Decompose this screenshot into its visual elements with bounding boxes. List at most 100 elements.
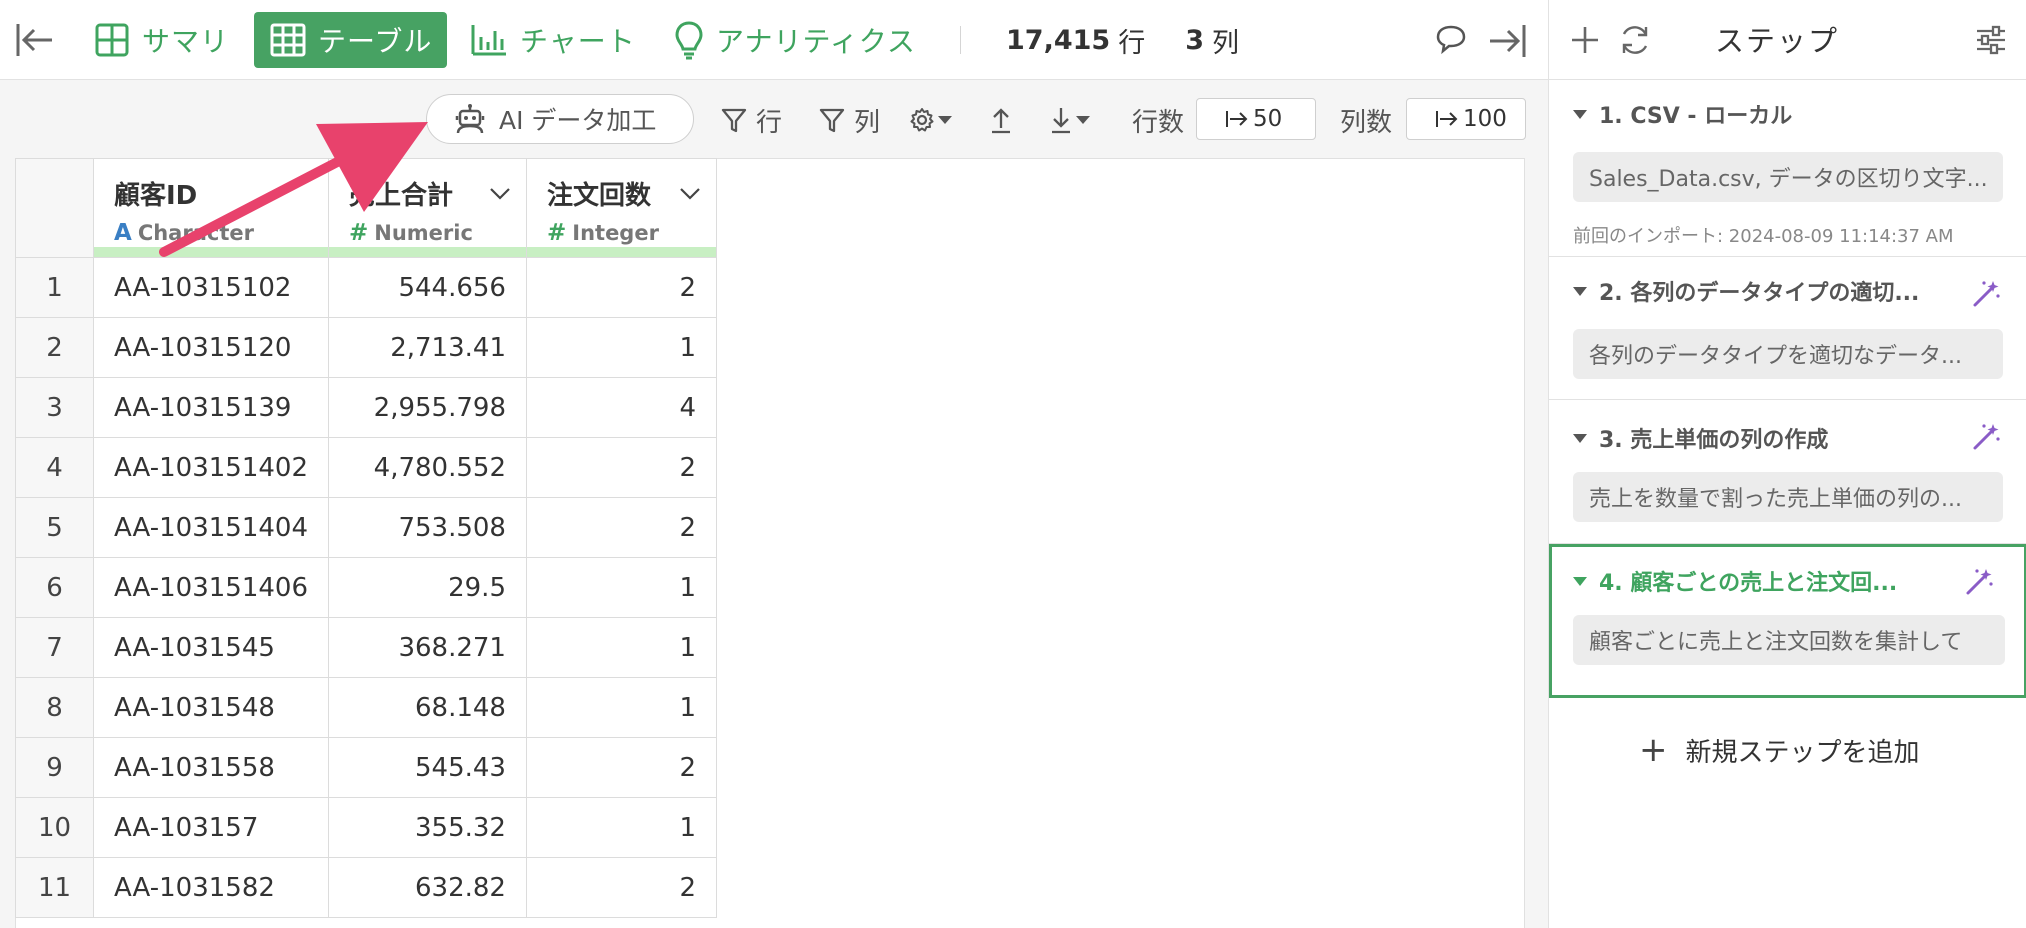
- row-number[interactable]: 10: [15, 797, 94, 858]
- total-sales-cell[interactable]: 544.656: [327, 257, 527, 318]
- order-count-cell[interactable]: 2: [525, 737, 717, 798]
- total-sales-cell[interactable]: 2,713.41: [327, 317, 527, 378]
- total-sales-cell[interactable]: 753.508: [327, 497, 527, 558]
- sliders-icon[interactable]: [1973, 22, 2009, 58]
- table-row[interactable]: 8 AA-1031548 68.148 1: [15, 677, 717, 738]
- row-number[interactable]: 9: [15, 737, 94, 798]
- ai-data-wrangling-button[interactable]: AI データ加工: [426, 94, 694, 144]
- column-name: 売上合計: [348, 181, 453, 211]
- order-count-cell[interactable]: 1: [525, 617, 717, 678]
- table-row[interactable]: 3 AA-10315139 2,955.798 4: [15, 377, 717, 438]
- comment-icon[interactable]: [1434, 22, 1474, 60]
- total-sales-cell[interactable]: 2,955.798: [327, 377, 527, 438]
- chevron-down-icon[interactable]: [678, 181, 702, 205]
- table-row[interactable]: 4 AA-103151402 4,780.552 2: [15, 437, 717, 498]
- order-count-cell[interactable]: 2: [525, 497, 717, 558]
- arrow-down-icon: [1052, 108, 1070, 134]
- row-number[interactable]: 4: [15, 437, 94, 498]
- customer-id-cell[interactable]: AA-103151406: [93, 557, 329, 618]
- order-count-cell[interactable]: 1: [525, 797, 717, 858]
- row-number[interactable]: 2: [15, 317, 94, 378]
- column-name: 顧客ID: [114, 181, 198, 211]
- column-header-customer-id[interactable]: 顧客ID A Character: [93, 158, 329, 258]
- order-count-cell[interactable]: 4: [525, 377, 717, 438]
- total-sales-cell[interactable]: 368.271: [327, 617, 527, 678]
- tab-summary-label: サマリ: [142, 25, 230, 58]
- total-sales-cell[interactable]: 4,780.552: [327, 437, 527, 498]
- collapse-left-icon[interactable]: [14, 18, 54, 62]
- total-sales-cell[interactable]: 545.43: [327, 737, 527, 798]
- tab-chart[interactable]: チャート: [470, 12, 636, 68]
- table-row[interactable]: 11 AA-1031582 632.82 2: [15, 857, 717, 918]
- row-filter-button[interactable]: 行: [720, 100, 782, 140]
- numeric-type-icon: #: [348, 220, 369, 246]
- customer-id-cell[interactable]: AA-103151402: [93, 437, 329, 498]
- row-number[interactable]: 6: [15, 557, 94, 618]
- total-sales-cell[interactable]: 29.5: [327, 557, 527, 618]
- step-title-text: 1. CSV - ローカル: [1599, 104, 1793, 129]
- customer-id-cell[interactable]: AA-1031558: [93, 737, 329, 798]
- column-filter-button[interactable]: 列: [818, 100, 880, 140]
- tab-summary[interactable]: サマリ: [94, 12, 229, 68]
- customer-id-cell[interactable]: AA-10315139: [93, 377, 329, 438]
- tab-table-label: テーブル: [318, 25, 433, 58]
- order-count-cell[interactable]: 1: [525, 557, 717, 618]
- customer-id-cell[interactable]: AA-10315102: [93, 257, 329, 318]
- customer-id-cell[interactable]: AA-103151404: [93, 497, 329, 558]
- step-item[interactable]: 1. CSV - ローカル Sales_Data.csv, データの区切り文字.…: [1549, 80, 2026, 257]
- sort-ascending-button[interactable]: [988, 100, 1014, 140]
- order-count-cell[interactable]: 2: [525, 257, 717, 318]
- customer-id-cell[interactable]: AA-10315120: [93, 317, 329, 378]
- step-item[interactable]: 2. 各列のデータタイプの適切... 各列のデータタイプを適切なデータ...: [1549, 257, 2026, 400]
- customer-id-cell[interactable]: AA-103157: [93, 797, 329, 858]
- tab-table[interactable]: テーブル: [254, 12, 447, 68]
- table-row[interactable]: 6 AA-103151406 29.5 1: [15, 557, 717, 618]
- caret-down-icon: [1573, 286, 1587, 296]
- table-row[interactable]: 2 AA-10315120 2,713.41 1: [15, 317, 717, 378]
- tab-chart-label: チャート: [520, 25, 636, 58]
- row-number[interactable]: 11: [15, 857, 94, 918]
- add-new-step-button[interactable]: + 新規ステップを追加: [1639, 730, 1920, 770]
- order-count-cell[interactable]: 2: [525, 857, 717, 918]
- column-header-total-sales[interactable]: 売上合計 # Numeric: [327, 158, 527, 258]
- refresh-icon[interactable]: [1617, 22, 1653, 58]
- customer-id-cell[interactable]: AA-1031548: [93, 677, 329, 738]
- step-description-text: Sales_Data.csv, データの区切り文字...: [1589, 167, 1988, 192]
- customer-id-cell[interactable]: AA-1031545: [93, 617, 329, 678]
- integer-type-icon: #: [546, 220, 567, 246]
- table-icon: [270, 23, 306, 57]
- settings-dropdown[interactable]: [908, 100, 954, 140]
- bar-chart-icon: [471, 25, 506, 56]
- row-number[interactable]: 8: [15, 677, 94, 738]
- table-row[interactable]: 5 AA-103151404 753.508 2: [15, 497, 717, 558]
- collapse-right-icon[interactable]: [1488, 22, 1528, 60]
- add-step-label: 新規ステップを追加: [1685, 737, 1920, 768]
- chevron-down-icon[interactable]: [488, 181, 512, 205]
- order-count-cell[interactable]: 1: [525, 677, 717, 738]
- tab-analytics[interactable]: アナリティクス: [674, 12, 916, 68]
- table-row[interactable]: 7 AA-1031545 368.271 1: [15, 617, 717, 678]
- customer-id-cell[interactable]: AA-1031582: [93, 857, 329, 918]
- row-number[interactable]: 1: [15, 257, 94, 318]
- order-count-cell[interactable]: 2: [525, 437, 717, 498]
- row-number[interactable]: 5: [15, 497, 94, 558]
- sort-descending-dropdown[interactable]: [1048, 100, 1092, 140]
- table-row[interactable]: 9 AA-1031558 545.43 2: [15, 737, 717, 798]
- step-title: 3. 売上単価の列の作成: [1573, 422, 1828, 454]
- columns-count-input[interactable]: 100: [1406, 98, 1526, 140]
- table-row[interactable]: 1 AA-10315102 544.656 2: [15, 257, 717, 318]
- step-item-active[interactable]: 4. 顧客ごとの売上と注文回... 顧客ごとに売上と注文回数を集計して: [1549, 544, 2026, 698]
- total-sales-cell[interactable]: 355.32: [327, 797, 527, 858]
- order-count-cell[interactable]: 1: [525, 317, 717, 378]
- rows-count-input[interactable]: 50: [1196, 98, 1316, 140]
- row-number[interactable]: 3: [15, 377, 94, 438]
- total-sales-cell[interactable]: 632.82: [327, 857, 527, 918]
- step-item[interactable]: 3. 売上単価の列の作成 売上を数量で割った売上単価の列の...: [1549, 400, 2026, 544]
- column-header-order-count[interactable]: 注文回数 # Integer: [525, 158, 717, 258]
- total-sales-cell[interactable]: 68.148: [327, 677, 527, 738]
- row-number[interactable]: 7: [15, 617, 94, 678]
- row-filter-label: 行: [756, 107, 783, 138]
- column-type: # Integer: [547, 220, 696, 246]
- table-row[interactable]: 10 AA-103157 355.32 1: [15, 797, 717, 858]
- add-icon[interactable]: [1567, 22, 1603, 58]
